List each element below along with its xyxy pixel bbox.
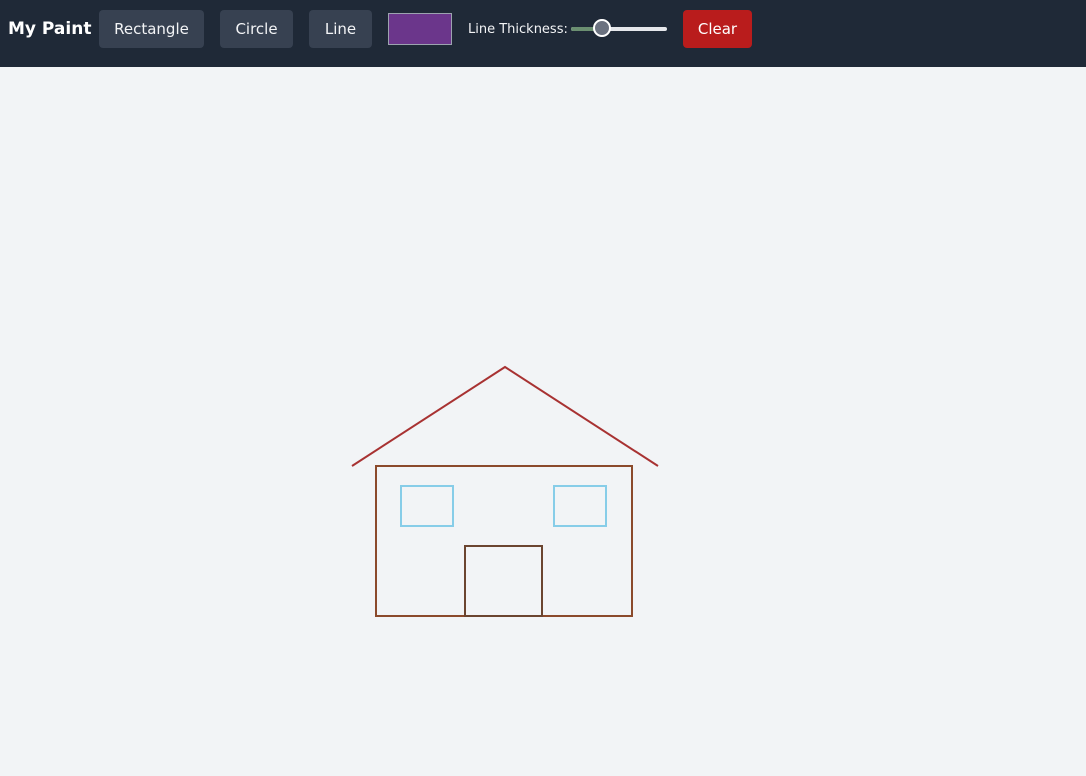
line-tool-button[interactable]: Line bbox=[309, 10, 372, 48]
circle-tool-button[interactable]: Circle bbox=[220, 10, 293, 48]
drawing-canvas[interactable] bbox=[0, 67, 1086, 776]
left-window-rectangle bbox=[400, 485, 454, 527]
slider-thumb[interactable] bbox=[592, 19, 611, 37]
toolbar: My Paint Rectangle Circle Line Line Thic… bbox=[0, 0, 1086, 67]
roof-line bbox=[351, 365, 659, 467]
clear-button[interactable]: Clear bbox=[683, 10, 752, 48]
house-body-rectangle bbox=[375, 465, 633, 617]
rectangle-tool-button[interactable]: Rectangle bbox=[99, 10, 204, 48]
canvas-drawing bbox=[351, 365, 659, 617]
right-window-rectangle bbox=[553, 485, 607, 527]
door-rectangle bbox=[464, 545, 543, 617]
color-picker[interactable] bbox=[388, 13, 452, 45]
line-thickness-slider[interactable] bbox=[571, 19, 667, 39]
app-title: My Paint bbox=[8, 19, 92, 39]
line-thickness-label: Line Thickness: bbox=[468, 22, 568, 37]
